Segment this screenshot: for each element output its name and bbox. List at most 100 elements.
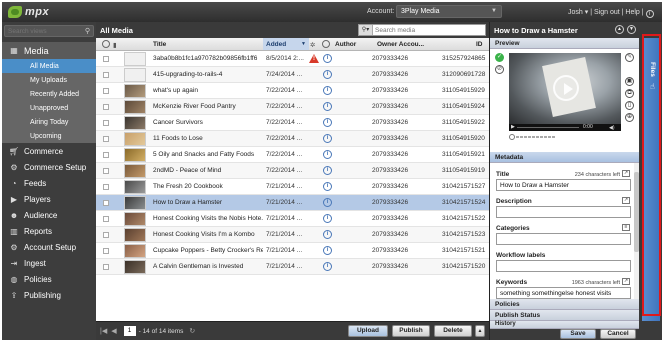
section-metadata[interactable]: Metadata (490, 152, 640, 163)
section-policies[interactable]: Policies (490, 299, 640, 310)
sidebar-item-audience[interactable]: ☻ Audience (2, 207, 96, 223)
more-actions-icon[interactable]: ▲ (475, 325, 485, 337)
sidebar-item-commerce[interactable]: 🛒︎ Commerce (2, 143, 96, 159)
row-checkbox[interactable] (103, 120, 109, 126)
prev-page-icon[interactable]: ◀ (111, 327, 116, 335)
subnav-upcoming[interactable]: Upcoming (2, 129, 96, 143)
row-checkbox[interactable] (103, 248, 109, 254)
table-row[interactable]: 11 Foods to Lose 7/22/2014 ... i 2079333426… (96, 131, 489, 147)
select-all-icon[interactable] (102, 40, 110, 48)
expand-field-icon[interactable]: ↗ (622, 197, 630, 204)
row-checkbox[interactable] (103, 152, 109, 158)
row-checkbox[interactable] (103, 264, 109, 270)
info-icon[interactable]: i (323, 230, 332, 239)
title-field[interactable]: How to Draw a Hamster (496, 179, 631, 191)
row-checkbox[interactable] (103, 56, 109, 62)
upload-button[interactable]: Upload (348, 325, 388, 337)
table-row[interactable]: Honest Cooking Visits I'm a Kombo 7/21/20… (96, 227, 489, 243)
sidebar-item-commerce-setup[interactable]: ⚙ Commerce Setup (2, 159, 96, 175)
cancel-button[interactable]: Cancel (600, 329, 636, 339)
table-row[interactable]: 5 Oily and Snacks and Fatty Foods 7/22/20… (96, 147, 489, 163)
subnav-my-uploads[interactable]: My Uploads (2, 73, 96, 87)
sidebar-item-ingest[interactable]: ⇥ Ingest (2, 255, 96, 271)
account-select[interactable]: 3Play Media ▼ (396, 5, 502, 18)
table-row[interactable]: A Calvin Gentleman is Invested 7/21/2014 … (96, 259, 489, 275)
table-row[interactable]: McKenzie River Food Pantry 7/22/2014 ... i… (96, 99, 489, 115)
row-checkbox[interactable] (103, 184, 109, 190)
description-field[interactable] (496, 206, 631, 218)
delete-button[interactable]: Delete (434, 325, 472, 337)
sidebar-item-publishing[interactable]: ⇪ Publishing (2, 287, 96, 303)
table-row[interactable]: Cancer Survivors 7/22/2014 ... i 2079333426… (96, 115, 489, 131)
play-small-icon[interactable]: ▶ (511, 124, 515, 130)
sidebar-item-account-setup[interactable]: ⚙ Account Setup (2, 239, 96, 255)
sidebar-item-reports[interactable]: ▥ Reports (2, 223, 96, 239)
table-row[interactable]: The Fresh 20 Cookbook 7/21/2014 ... i 20793… (96, 179, 489, 195)
list-picker-icon[interactable]: ≡ (622, 224, 630, 231)
previous-record-icon[interactable]: ▲ (615, 25, 624, 34)
sidebar-item-media[interactable]: ▦ Media (2, 42, 96, 59)
info-icon[interactable]: i (323, 150, 332, 159)
expand-field-icon[interactable]: ↗ (622, 278, 630, 285)
first-page-icon[interactable]: |◀ (100, 327, 107, 335)
expand-field-icon[interactable]: ↗ (622, 170, 630, 177)
column-title[interactable]: Title (153, 41, 166, 48)
thumbnail-slider[interactable] (509, 134, 621, 140)
table-row[interactable]: Cupcake Poppers - Betty Crocker's Re... 7… (96, 243, 489, 259)
row-checkbox[interactable] (103, 104, 109, 110)
sidebar-search-input[interactable] (5, 26, 79, 36)
info-icon[interactable]: i (323, 118, 332, 127)
info-icon[interactable]: i (323, 134, 332, 143)
row-checkbox[interactable] (103, 136, 109, 142)
info-icon[interactable]: i (323, 70, 332, 79)
categories-field[interactable] (496, 233, 631, 245)
refresh-icon[interactable]: ↻ (189, 327, 195, 335)
subnav-all-media[interactable]: All Media (2, 59, 96, 73)
info-icon[interactable]: i (645, 10, 654, 18)
info-icon[interactable]: i (323, 262, 332, 271)
info-icon[interactable]: i (323, 198, 332, 207)
info-icon[interactable]: i (323, 102, 332, 111)
search-options-icon[interactable]: ⚲▾ (359, 25, 373, 35)
row-checkbox[interactable] (103, 200, 109, 206)
publish-button[interactable]: Publish (392, 325, 430, 337)
column-owner-account[interactable]: Owner Accou... (377, 41, 424, 48)
search-icon[interactable]: ⚲ (85, 27, 90, 35)
section-publish-status[interactable]: Publish Status (490, 310, 640, 321)
approved-check-icon[interactable]: ✓ (495, 53, 504, 62)
copy-icon[interactable]: ⧉ (625, 89, 634, 98)
section-preview[interactable]: Preview (490, 38, 640, 49)
info-icon[interactable]: i (323, 166, 332, 175)
info-icon[interactable]: i (323, 246, 332, 255)
page-number-input[interactable]: 1 (123, 326, 136, 336)
user-menu[interactable]: Josh ▾ (568, 9, 588, 16)
subnav-unapproved[interactable]: Unapproved (2, 101, 96, 115)
sign-out-link[interactable]: Sign out (594, 9, 620, 16)
play-icon[interactable] (553, 75, 579, 101)
slider-knob[interactable] (509, 134, 515, 140)
subnav-recently-added[interactable]: Recently Added (2, 87, 96, 101)
status-column-icon[interactable]: ✲ (310, 41, 315, 49)
table-row[interactable]: 2ndMD - Peace of Mind 7/22/2014 ... i 20793… (96, 163, 489, 179)
row-checkbox[interactable] (103, 168, 109, 174)
info-icon[interactable]: i (323, 86, 332, 95)
disapprove-icon[interactable]: ⊘ (495, 65, 504, 74)
help-link[interactable]: Help (625, 9, 639, 16)
column-added[interactable]: Added ▼ (263, 38, 309, 50)
row-checkbox[interactable] (103, 88, 109, 94)
scrub-bar[interactable] (517, 127, 579, 128)
section-history[interactable]: History (490, 321, 640, 329)
table-row[interactable]: Honest Cooking Visits the Nobis Hote... 7… (96, 211, 489, 227)
bookmark-icon[interactable]: ▯ (625, 101, 634, 110)
video-player[interactable]: ▶ 0:00 ◀) (509, 53, 621, 131)
edit-icon[interactable]: ✎ (625, 53, 634, 62)
keywords-field[interactable]: something somethingelse honest visits (496, 287, 631, 299)
files-tab[interactable]: Files ☝ (642, 38, 660, 321)
globe-column-icon[interactable] (322, 40, 330, 48)
table-row[interactable]: 415-upgrading-to-rails-4 7/24/2014 ... i 20… (96, 67, 489, 83)
sidebar-item-players[interactable]: ▶ Players (2, 191, 96, 207)
info-icon[interactable]: i (323, 54, 332, 63)
media-search-input[interactable] (375, 25, 483, 35)
column-author[interactable]: Author (335, 41, 356, 48)
subnav-airing-today[interactable]: Airing Today (2, 115, 96, 129)
